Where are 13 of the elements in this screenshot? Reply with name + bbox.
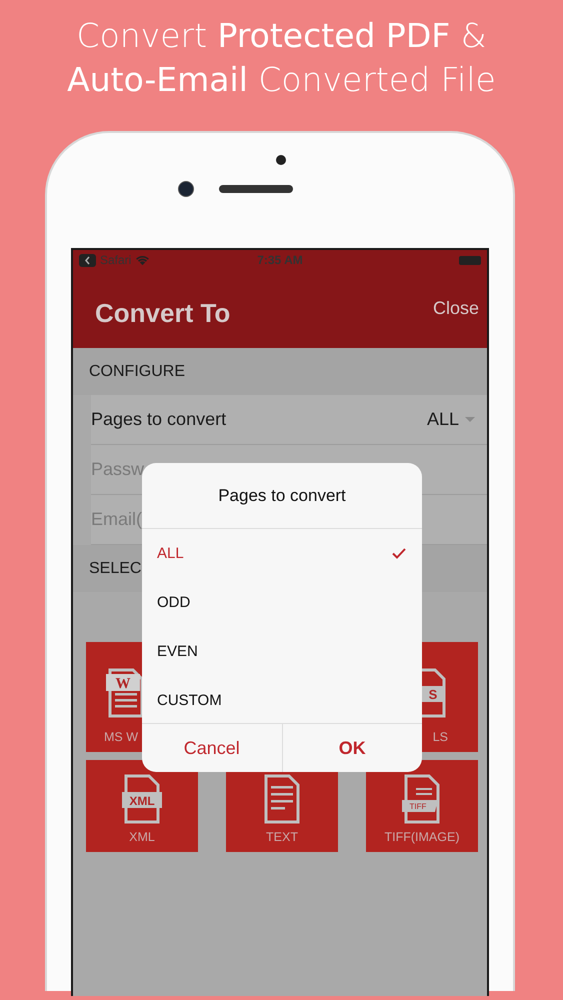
tile-label: TIFF(IMAGE) (384, 830, 460, 844)
tile-label: TEXT (266, 830, 298, 844)
headline-text: Convert Protected PDF & (76, 15, 488, 57)
tile-label: XML (129, 830, 155, 844)
section-title: CONFIGURE (89, 362, 185, 380)
status-time: 7:35 AM (257, 253, 303, 267)
screen-title: Convert To (95, 298, 230, 329)
section-title: SELEC (89, 560, 142, 578)
document-icon: XML (122, 774, 162, 824)
headline-text: Auto-Email Converted File (66, 59, 497, 101)
tile-label: LS (432, 730, 448, 744)
document-icon: TIFF (402, 774, 442, 824)
tile-label: MS W (104, 730, 138, 744)
